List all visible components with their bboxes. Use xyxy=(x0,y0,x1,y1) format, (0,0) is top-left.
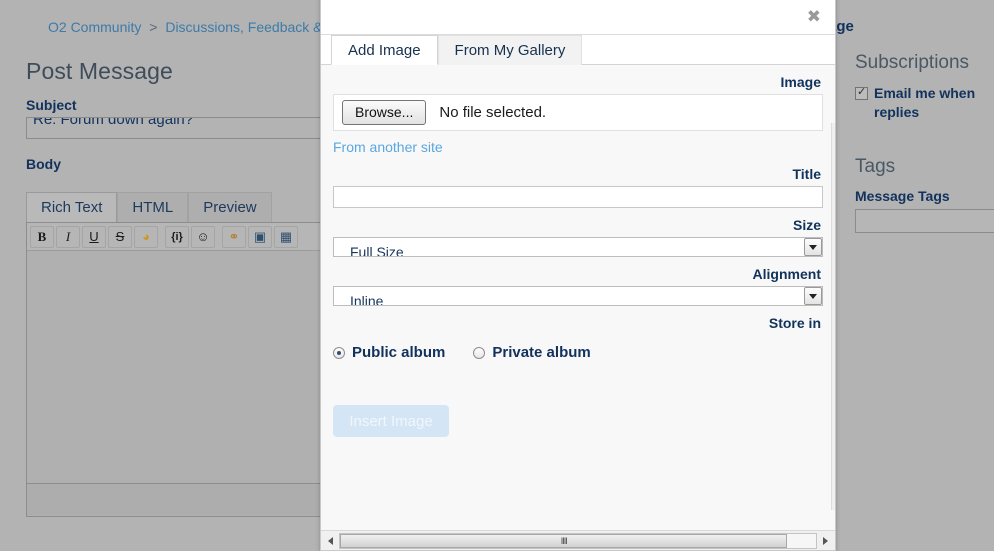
link-icon[interactable]: ⚭ xyxy=(222,225,246,248)
dialog-vertical-scrollbar[interactable] xyxy=(831,123,835,510)
editor-tab-preview[interactable]: Preview xyxy=(188,192,272,224)
tab-add-image[interactable]: Add Image xyxy=(331,35,438,65)
editor-tab-html[interactable]: HTML xyxy=(117,192,189,224)
radio-public-album-input[interactable] xyxy=(333,346,345,359)
breadcrumb-item-community[interactable]: O2 Community xyxy=(48,19,141,35)
underline-icon[interactable]: U xyxy=(82,225,106,248)
strikethrough-icon[interactable]: S xyxy=(108,225,132,248)
body-label: Body xyxy=(26,156,61,172)
scrollbar-track[interactable]: IIII xyxy=(339,532,817,549)
image-icon[interactable]: ▣ xyxy=(248,225,272,248)
radio-public-album-label: Public album xyxy=(352,344,446,361)
alignment-select[interactable]: Inline xyxy=(333,286,823,306)
insert-variable-icon[interactable]: {i} xyxy=(165,225,189,248)
title-field-label: Title xyxy=(792,166,821,182)
size-select[interactable]: Full Size xyxy=(333,237,823,257)
italic-icon[interactable]: I xyxy=(56,225,80,248)
insert-image-button[interactable]: Insert Image xyxy=(333,405,449,437)
scroll-right-icon[interactable] xyxy=(817,532,834,549)
tags-heading: Tags xyxy=(855,156,896,177)
image-label: Image xyxy=(780,74,821,90)
dialog-horizontal-scrollbar[interactable]: IIII xyxy=(321,530,835,550)
dialog-body: Image Browse... No file selected. From a… xyxy=(321,65,835,530)
breadcrumb-item-discussions[interactable]: Discussions, Feedback & xyxy=(165,19,322,35)
scroll-left-icon[interactable] xyxy=(322,532,339,549)
message-tags-label: Message Tags xyxy=(855,188,950,204)
alignment-field-label: Alignment xyxy=(752,266,821,282)
scrollbar-thumb[interactable]: IIII xyxy=(340,533,788,548)
radio-private-album-label: Private album xyxy=(492,344,591,361)
store-in-label: Store in xyxy=(768,315,821,331)
font-color-icon[interactable]: ◕ xyxy=(134,225,158,248)
emoticon-icon[interactable]: ☺ xyxy=(191,225,215,248)
editor-tab-bar: Rich Text HTML Preview xyxy=(26,192,272,224)
page-title: Post Message xyxy=(26,58,173,84)
breadcrumb: O2 Community > Discussions, Feedback & xyxy=(48,19,323,35)
radio-private-album[interactable]: Private album xyxy=(473,344,591,361)
title-input[interactable] xyxy=(333,186,823,208)
subscribe-checkbox[interactable] xyxy=(855,85,868,100)
bold-icon[interactable]: B xyxy=(30,225,54,248)
chevron-down-icon[interactable] xyxy=(804,238,822,256)
size-select-value: Full Size xyxy=(350,244,404,257)
video-icon[interactable]: ▦ xyxy=(274,225,298,248)
chevron-down-icon[interactable] xyxy=(804,287,822,305)
sidebar: Subscriptions Email me whenreplies Tags … xyxy=(855,52,994,233)
tab-from-my-gallery[interactable]: From My Gallery xyxy=(437,35,583,65)
subscribe-row[interactable]: Email me whenreplies xyxy=(855,84,994,122)
breadcrumb-separator: > xyxy=(149,19,158,35)
alignment-select-value: Inline xyxy=(350,293,384,306)
radio-public-album[interactable]: Public album xyxy=(333,344,445,361)
message-tags-input[interactable] xyxy=(855,209,994,233)
dialog-titlebar: ✖ xyxy=(321,0,835,35)
file-status-text: No file selected. xyxy=(439,104,547,121)
store-in-radio-group: Public album Private album xyxy=(333,335,823,361)
subscriptions-heading: Subscriptions xyxy=(855,52,970,73)
subscribe-label: Email me when replies xyxy=(874,85,976,120)
scrollbar-grip-icon: IIII xyxy=(560,535,568,546)
add-image-dialog: ✖ Add Image From My Gallery Image Browse… xyxy=(320,0,836,551)
editor-tab-rich-text[interactable]: Rich Text xyxy=(26,192,118,224)
size-field-label: Size xyxy=(792,217,821,233)
browse-button[interactable]: Browse... xyxy=(342,100,427,125)
from-another-site-link[interactable]: From another site xyxy=(333,139,443,155)
radio-private-album-input[interactable] xyxy=(473,346,486,359)
dialog-tab-bar: Add Image From My Gallery xyxy=(321,35,835,65)
subject-label: Subject xyxy=(26,97,77,113)
close-icon[interactable]: ✖ xyxy=(807,9,821,26)
file-input-row[interactable]: Browse... No file selected. xyxy=(333,94,823,131)
